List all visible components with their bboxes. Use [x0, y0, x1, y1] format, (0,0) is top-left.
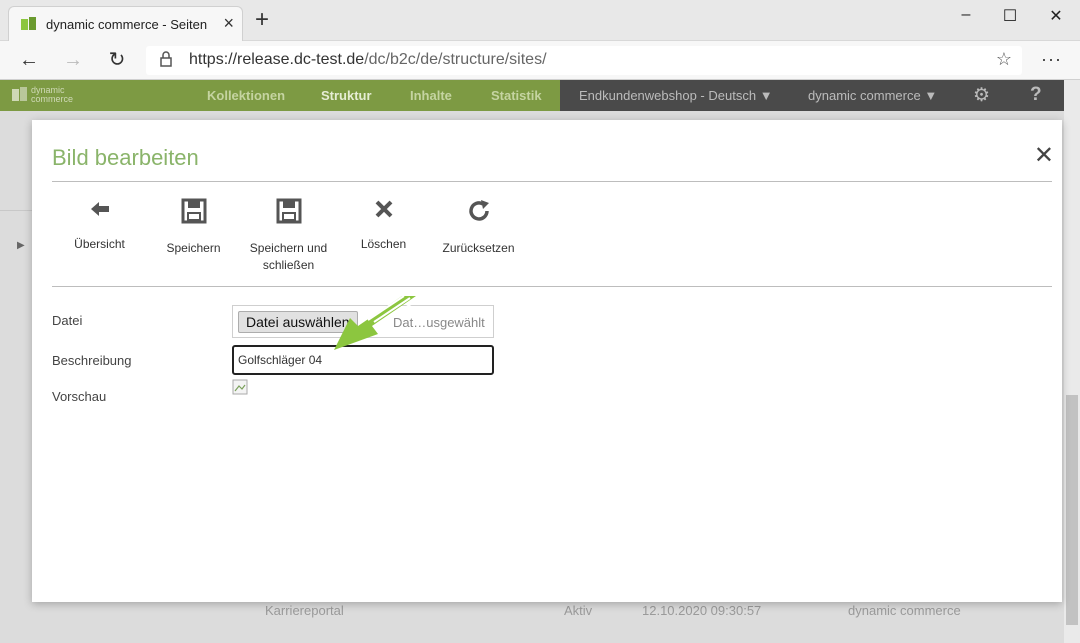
row-name: Karriereportal	[265, 603, 344, 618]
annotation-arrow-icon	[334, 295, 416, 350]
chevron-down-icon: ▼	[924, 88, 938, 103]
tenant-select-value: dynamic commerce	[808, 88, 921, 103]
more-menu-icon[interactable]: ···	[1041, 49, 1062, 70]
shop-select[interactable]: Endkundenwebshop - Deutsch ▼	[579, 88, 773, 103]
shop-select-value: Endkundenwebshop - Deutsch	[579, 88, 757, 103]
nav-inhalte[interactable]: Inhalte	[410, 88, 452, 103]
overview-button[interactable]: Übersicht	[52, 198, 147, 253]
minimize-icon[interactable]: –	[946, 6, 986, 28]
nav-struktur[interactable]: Struktur	[321, 88, 372, 103]
edit-image-dialog: Bild bearbeiten ✕ Übersicht Speichern Sp…	[32, 120, 1062, 602]
browser-tab-bar: dynamic commerce - Seiten × + – ☐ ✕	[0, 0, 1080, 41]
address-bar: ← → ↻ https://release.dc-test.de/dc/b2c/…	[0, 41, 1080, 80]
save-close-icon	[276, 198, 301, 224]
description-label: Beschreibung	[52, 353, 132, 368]
lock-icon	[160, 51, 172, 67]
forward-icon[interactable]: →	[60, 48, 86, 72]
preview-label: Vorschau	[52, 389, 107, 404]
nav-statistik[interactable]: Statistik	[491, 88, 542, 103]
broken-image-icon	[232, 379, 248, 395]
file-label: Datei	[52, 313, 83, 328]
app-header-nav-area: dynamic commerce Kollektionen Struktur I…	[0, 80, 560, 111]
scrollbar-thumb[interactable]	[1066, 395, 1078, 625]
reset-label: Zurücksetzen	[442, 241, 515, 255]
url-host: https://release.dc-test.de	[189, 51, 365, 68]
save-close-button[interactable]: Speichern und schließen	[241, 198, 336, 274]
row-owner: dynamic commerce	[848, 603, 961, 618]
save-close-label: Speichern und schließen	[249, 241, 328, 272]
new-tab-icon[interactable]: +	[255, 8, 269, 32]
save-button[interactable]: Speichern	[146, 198, 241, 257]
window-close-icon[interactable]: ✕	[1036, 6, 1076, 28]
delete-button[interactable]: Löschen	[336, 198, 431, 253]
reset-icon	[468, 200, 489, 221]
nav-kollektionen[interactable]: Kollektionen	[207, 88, 285, 103]
delete-label: Löschen	[360, 237, 407, 251]
url-field[interactable]: https://release.dc-test.de/dc/b2c/de/str…	[146, 46, 1022, 75]
back-icon[interactable]: ←	[16, 48, 42, 72]
favorite-star-icon[interactable]: ☆	[996, 49, 1012, 70]
save-icon	[181, 198, 206, 224]
dc-logo-icon	[12, 87, 27, 101]
reload-icon[interactable]: ↻	[104, 48, 130, 72]
url-path: /dc/b2c/de/structure/sites/	[364, 51, 547, 68]
row-status: Aktiv	[564, 603, 593, 618]
maximize-icon[interactable]: ☐	[990, 6, 1030, 28]
background-table-row: Karriereportal Aktiv 12.10.2020 09:30:57…	[265, 603, 961, 618]
settings-gear-icon[interactable]: ⚙	[973, 84, 990, 107]
tab-title: dynamic commerce - Seiten	[46, 17, 208, 32]
save-label: Speichern	[166, 241, 221, 255]
background-divider	[0, 210, 32, 211]
tenant-select[interactable]: dynamic commerce ▼	[808, 88, 937, 103]
tab-close-icon[interactable]: ×	[223, 13, 234, 33]
dc-favicon-icon	[21, 17, 36, 30]
delete-icon	[375, 200, 392, 218]
help-icon[interactable]: ?	[1030, 84, 1042, 106]
tree-expand-icon[interactable]: ▶	[17, 240, 25, 251]
dialog-close-icon[interactable]: ✕	[1034, 144, 1054, 168]
dialog-title: Bild bearbeiten	[52, 145, 199, 170]
reset-button[interactable]: Zurücksetzen	[431, 198, 526, 257]
chevron-down-icon: ▼	[759, 88, 773, 103]
url-text: https://release.dc-test.de/dc/b2c/de/str…	[189, 51, 547, 69]
row-date: 12.10.2020 09:30:57	[642, 603, 762, 618]
overview-label: Übersicht	[74, 237, 125, 251]
divider	[52, 181, 1052, 182]
arrow-left-icon	[90, 202, 109, 216]
browser-tab[interactable]: dynamic commerce - Seiten ×	[8, 6, 243, 41]
page-scrollbar[interactable]	[1064, 80, 1080, 643]
app-header: dynamic commerce Kollektionen Struktur I…	[0, 80, 1064, 111]
logo-text-line2: commerce	[31, 94, 74, 104]
divider	[52, 286, 1052, 287]
